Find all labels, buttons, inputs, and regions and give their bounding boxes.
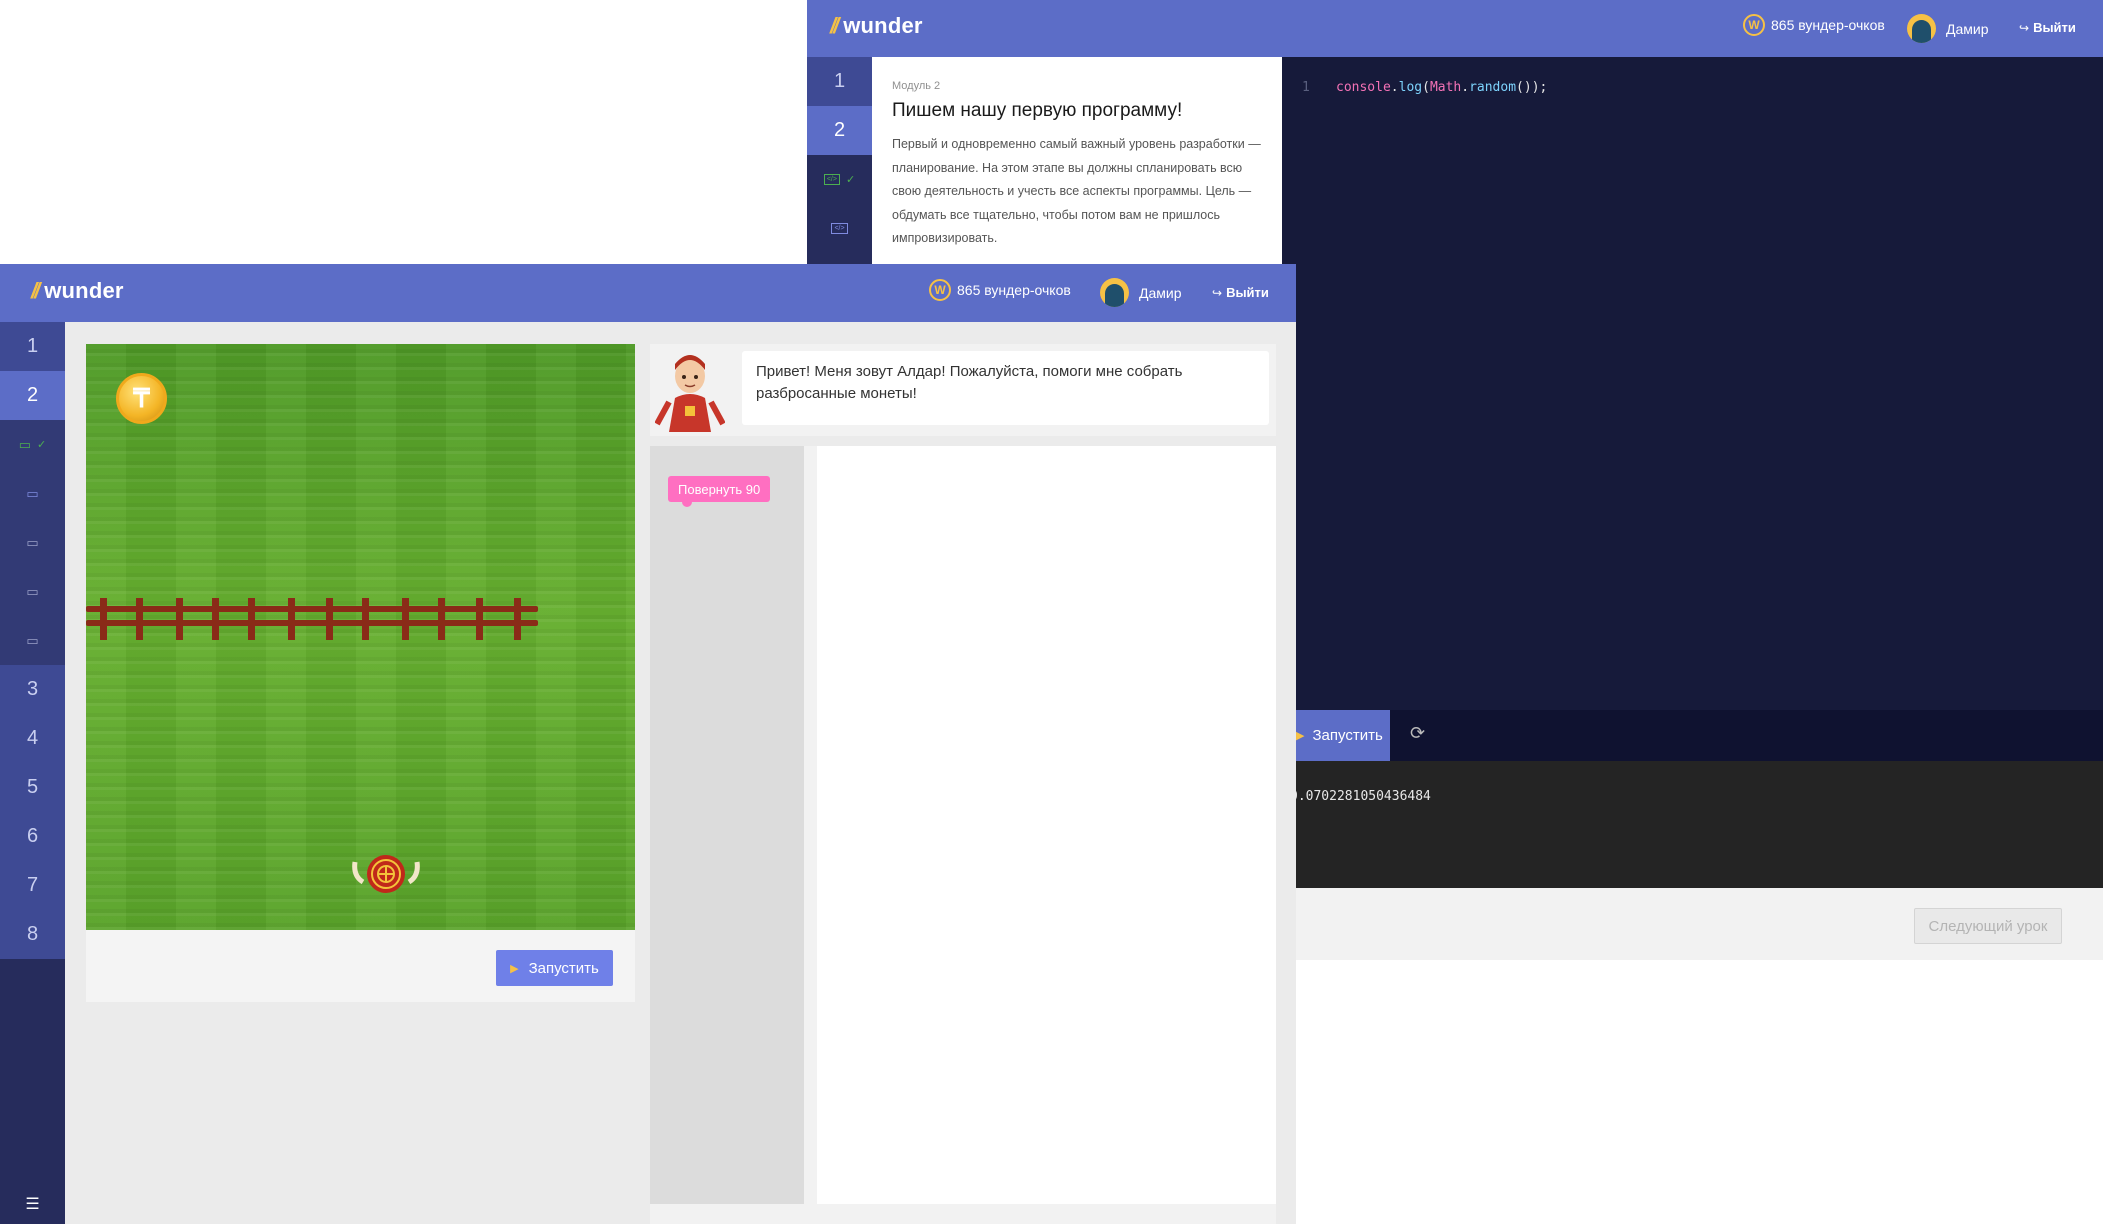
run-bar: ▶ Запустить ⟳	[1282, 710, 2103, 761]
video-icon: ▭	[18, 436, 32, 452]
code-token: log	[1398, 80, 1423, 95]
logo-text: wunder	[44, 278, 124, 303]
sidebar-lesson-completed[interactable]: </> ✓	[807, 155, 872, 204]
main-content: ₸ ▶ Запустить Привет! Меня зовут Алдар! …	[65, 322, 1296, 1224]
sidebar-item-7[interactable]: 7	[0, 861, 65, 910]
character-message: Привет! Меня зовут Алдар! Пожалуйста, по…	[742, 351, 1269, 425]
play-icon: ▶	[1296, 730, 1305, 742]
lesson-title: Пишем нашу первую программу!	[892, 100, 1183, 121]
code-token: Math	[1429, 80, 1462, 95]
code-icon: </>	[831, 223, 848, 234]
sidebar-item-8[interactable]: 8	[0, 910, 65, 959]
logout-icon: ↪	[2019, 20, 2030, 35]
front-window: // wunder W 865 вундер-очков Дамир ↪ Вый…	[0, 264, 1296, 1224]
run-button[interactable]: ▶ Запустить	[1282, 710, 1390, 761]
aldar-character-avatar	[655, 355, 725, 432]
lesson-footer: Следующий урок	[1282, 888, 2103, 960]
wunder-coin-icon: W	[1743, 14, 1765, 36]
wunder-coin-icon: W	[929, 279, 951, 301]
run-label: Запустить	[1312, 727, 1383, 744]
video-icon: ▭	[26, 534, 39, 550]
lesson-panel: Модуль 2 Пишем нашу первую программу! Пе…	[872, 57, 1289, 267]
logout-button[interactable]: ↪ Выйти	[2019, 20, 2076, 35]
tenge-coin: ₸	[116, 373, 167, 424]
character-panel: Привет! Меня зовут Алдар! Пожалуйста, по…	[650, 344, 1276, 436]
logo-mark: //	[31, 278, 40, 303]
code-token: (	[1422, 80, 1430, 95]
fence-image	[86, 598, 538, 640]
points-label: 865 вундер-очков	[957, 282, 1071, 298]
run-button[interactable]: ▶ Запустить	[496, 950, 613, 986]
code-token: .	[1390, 80, 1399, 95]
code-editor[interactable]: 1 console.log(Math.random());	[1282, 57, 2103, 710]
video-icon: ▭	[26, 632, 39, 648]
user-menu[interactable]: Дамир	[1100, 278, 1182, 307]
play-icon: ▶	[510, 962, 519, 975]
video-icon: ▭	[26, 583, 39, 599]
module-label: Модуль 2	[892, 80, 941, 92]
sidebar-item-2[interactable]: 2	[807, 106, 872, 155]
video-icon: ▭	[26, 485, 39, 501]
header: // wunder W 865 вундер-очков Дамир ↪ Вый…	[0, 264, 1296, 322]
sidebar: 1 2 </> ✓ </>	[807, 57, 872, 267]
game-controls: ▶ Запустить	[86, 930, 635, 1002]
logout-button[interactable]: ↪ Выйти	[1212, 285, 1269, 300]
logout-label: Выйти	[2033, 20, 2076, 35]
next-lesson-button[interactable]: Следующий урок	[1914, 908, 2062, 944]
logo-text: wunder	[843, 13, 923, 38]
lesson-description: Первый и одновременно самый важный урове…	[892, 137, 1261, 245]
console-output: 0.0702281050436484	[1282, 761, 2103, 888]
logout-label: Выйти	[1226, 285, 1269, 300]
points-label: 865 вундер-очков	[1771, 17, 1885, 33]
points-display: W 865 вундер-очков	[1743, 14, 1885, 36]
avatar[interactable]	[1907, 14, 1936, 43]
user-name[interactable]: Дамир	[1139, 285, 1182, 301]
points-display: W 865 вундер-очков	[929, 279, 1071, 301]
block-palette: Повернуть 90	[650, 446, 804, 1204]
sidebar-item-6[interactable]: 6	[0, 812, 65, 861]
sidebar-lesson[interactable]: ▭	[0, 518, 65, 567]
user-menu[interactable]: Дамир	[1907, 14, 1989, 43]
check-icon: ✓	[37, 439, 47, 451]
sidebar-item-1[interactable]: 1	[0, 322, 65, 371]
header: // wunder W 865 вундер-очков Дамир ↪ Вый…	[807, 0, 2103, 57]
sidebar-item-1[interactable]: 1	[807, 57, 872, 106]
check-icon: ✓	[845, 174, 856, 186]
sidebar-lesson[interactable]: ▭	[0, 567, 65, 616]
code-icon: </>	[823, 174, 840, 185]
sidebar-sublessons: ▭ ✓ ▭ ▭ ▭ ▭	[0, 420, 65, 665]
line-number: 1	[1302, 80, 1310, 95]
aldar-player-sprite	[352, 855, 420, 893]
refresh-icon[interactable]: ⟳	[1410, 723, 1425, 744]
logout-icon: ↪	[1212, 285, 1223, 300]
run-label: Запустить	[528, 959, 599, 977]
sidebar-lesson[interactable]: ▭	[0, 469, 65, 518]
code-token: console	[1336, 80, 1391, 95]
menu-icon[interactable]: ☰	[0, 1194, 65, 1214]
code-token: .	[1461, 80, 1470, 95]
code-line[interactable]: console.log(Math.random());	[1336, 80, 1547, 95]
user-name[interactable]: Дамир	[1946, 21, 1989, 37]
game-field: ₸	[86, 344, 635, 930]
sidebar-item-2[interactable]: 2	[0, 371, 65, 420]
sidebar-item-3[interactable]: 3	[0, 665, 65, 714]
logo[interactable]: // wunder	[31, 278, 124, 304]
sidebar-lesson[interactable]: ▭	[0, 616, 65, 665]
code-token: random	[1469, 80, 1517, 95]
sidebar-item-4[interactable]: 4	[0, 714, 65, 763]
logo-mark: //	[830, 13, 839, 38]
sidebar-lesson[interactable]: </>	[807, 204, 872, 253]
code-token: ());	[1516, 80, 1548, 95]
blocks-workspace[interactable]	[817, 446, 1276, 1204]
sidebar-item-5[interactable]: 5	[0, 763, 65, 812]
turn-90-block[interactable]: Повернуть 90	[668, 476, 771, 507]
sidebar-lesson-completed[interactable]: ▭ ✓	[0, 420, 65, 469]
avatar[interactable]	[1100, 278, 1129, 307]
logo[interactable]: // wunder	[830, 13, 923, 39]
sidebar: 1 2 ▭ ✓ ▭ ▭ ▭ ▭ 3 4 5 6 7 8 ☰	[0, 322, 65, 1224]
